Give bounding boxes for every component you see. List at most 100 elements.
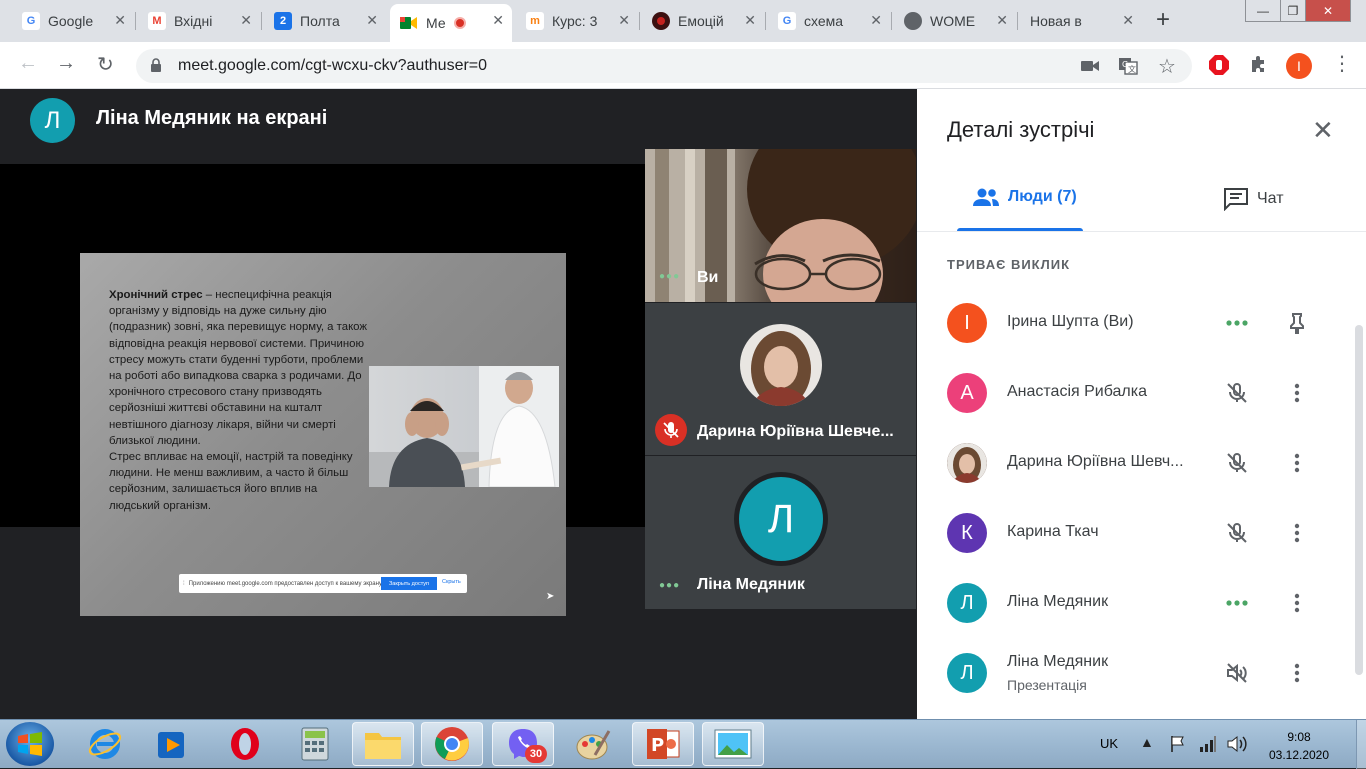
- tab-people[interactable]: Люди (7): [972, 187, 1077, 207]
- video-tile-self[interactable]: ●●● Ви: [645, 149, 916, 302]
- close-window-button[interactable]: ✕: [1305, 0, 1351, 22]
- mic-off-icon[interactable]: [1225, 521, 1249, 545]
- tile-name-darina: Дарина Юріївна Шевче...: [697, 423, 894, 440]
- participant-row[interactable]: I Ірина Шупта (Ви): [917, 289, 1366, 359]
- more-vert-icon[interactable]: [1285, 661, 1309, 685]
- windows-taskbar: 30 P UK ▲ 9:08 03.12.2020: [0, 719, 1366, 769]
- more-vert-icon[interactable]: [1285, 521, 1309, 545]
- close-tab-icon[interactable]: ✕: [492, 12, 504, 29]
- restore-button[interactable]: ❐: [1280, 0, 1306, 22]
- browser-tab-7[interactable]: WOME ✕: [894, 4, 1016, 38]
- browser-tab-1[interactable]: M Вхідні ✕: [138, 4, 260, 38]
- taskbar-powerpoint[interactable]: P: [632, 722, 694, 766]
- participant-row[interactable]: Л Ліна Медяник: [917, 569, 1366, 639]
- browser-tab-label: Google: [48, 13, 94, 29]
- more-vert-icon[interactable]: [1285, 451, 1309, 475]
- slide-body-2: Стрес впливає на емоції, настрій та пове…: [109, 451, 353, 512]
- clock-time: 9:08: [1287, 730, 1311, 744]
- browser-tab-6[interactable]: Gсхема ✕: [768, 4, 890, 38]
- action-center-flag-icon[interactable]: [1169, 735, 1187, 753]
- browser-menu-icon[interactable]: ⋮: [1332, 51, 1352, 76]
- participant-row[interactable]: Л Ліна Медяник Презентація: [917, 639, 1366, 709]
- more-vert-icon[interactable]: [1285, 381, 1309, 405]
- back-icon[interactable]: ←: [18, 52, 38, 75]
- close-tab-icon[interactable]: ✕: [240, 12, 252, 29]
- taskbar-calculator[interactable]: [284, 722, 346, 766]
- close-tab-icon[interactable]: ✕: [870, 12, 882, 29]
- self-video-feed: [645, 149, 916, 302]
- meeting-details-panel: Деталі зустрічі ✕ Люди (7) Чат ТРИВАЄ ВИ…: [917, 89, 1366, 719]
- close-tab-icon[interactable]: ✕: [618, 12, 630, 29]
- darina-avatar-photo: [740, 324, 822, 406]
- participant-row[interactable]: К Карина Ткач: [917, 499, 1366, 569]
- stop-sharing-button[interactable]: Закрыть доступ: [381, 577, 437, 590]
- participant-name: Карина Ткач: [1007, 523, 1099, 540]
- taskbar-opera[interactable]: [214, 722, 276, 766]
- photo-viewer-icon: [714, 729, 752, 759]
- profile-avatar[interactable]: I: [1286, 53, 1312, 79]
- reload-icon[interactable]: ↻: [97, 52, 114, 77]
- video-tile-lina[interactable]: Л ●●● Ліна Медяник: [645, 456, 916, 609]
- new-tab-button[interactable]: +: [1156, 6, 1170, 34]
- google-icon: G: [778, 12, 796, 30]
- keyboard-language[interactable]: UK: [1100, 736, 1118, 751]
- browser-tab-3[interactable]: Ме ✕: [390, 4, 512, 42]
- video-tile-darina[interactable]: Дарина Юріївна Шевче...: [645, 303, 916, 455]
- close-tab-icon[interactable]: ✕: [366, 12, 378, 29]
- system-tray: UK ▲ 9:08 03.12.2020: [1088, 720, 1366, 769]
- taskbar-viber[interactable]: 30: [492, 722, 554, 766]
- browser-tab-5[interactable]: Емоцій ✕: [642, 4, 764, 38]
- browser-tab-4[interactable]: m Курс: 3 ✕: [516, 4, 638, 38]
- participant-name: Ліна Медяник: [1007, 653, 1109, 670]
- google-icon: G: [22, 12, 40, 30]
- browser-toolbar: ← → ↻ meet.google.com/cgt-wcxu-ckv?authu…: [0, 42, 1366, 89]
- speaking-dots-icon: ●●●: [659, 271, 681, 282]
- url-text: meet.google.com/cgt-wcxu-ckv?authuser=0: [178, 57, 488, 74]
- bookmark-star-icon[interactable]: ☆: [1158, 54, 1176, 79]
- participants-scrollbar[interactable]: [1355, 325, 1363, 675]
- pin-icon[interactable]: [1285, 311, 1309, 335]
- screen-share-notice: ⁞ Приложению meet.google.com предоставлен…: [179, 574, 467, 593]
- minimize-button[interactable]: —: [1245, 0, 1281, 22]
- clock[interactable]: 9:08 03.12.2020: [1264, 728, 1334, 764]
- close-tab-icon[interactable]: ✕: [744, 12, 756, 29]
- mic-off-icon[interactable]: [1225, 381, 1249, 405]
- taskbar-paint[interactable]: [562, 722, 624, 766]
- tab-chat[interactable]: Чат: [1223, 187, 1284, 211]
- network-signal-icon[interactable]: [1199, 735, 1217, 753]
- translate-icon[interactable]: G文: [1118, 57, 1138, 75]
- extensions-puzzle-icon[interactable]: [1249, 55, 1269, 75]
- browser-tab-2[interactable]: 2 Полта ✕: [264, 4, 386, 38]
- taskbar-media-player[interactable]: [141, 722, 203, 766]
- camera-icon[interactable]: [1081, 59, 1099, 73]
- browser-tab-bar: G Google ✕ M Вхідні ✕ 2 Полта ✕ Ме ✕ m Курс: 3 ✕ Емоці…: [0, 0, 1366, 42]
- mic-off-icon[interactable]: [1225, 451, 1249, 475]
- forward-icon[interactable]: →: [56, 52, 76, 75]
- show-desktop-button[interactable]: [1356, 720, 1366, 769]
- participant-row[interactable]: А Анастасія Рибалка: [917, 359, 1366, 429]
- participant-row[interactable]: Дарина Юріївна Шевч...: [917, 429, 1366, 499]
- participant-subtitle: Презентація: [1007, 677, 1087, 693]
- close-tab-icon[interactable]: ✕: [114, 12, 126, 29]
- start-button[interactable]: [6, 722, 54, 766]
- volume-icon[interactable]: [1226, 734, 1248, 754]
- more-vert-icon[interactable]: [1285, 591, 1309, 615]
- taskbar-ie[interactable]: [74, 722, 136, 766]
- volume-off-icon[interactable]: [1225, 661, 1249, 685]
- mic-off-icon: [655, 414, 687, 446]
- hide-notice-link[interactable]: Скрыть: [442, 579, 461, 585]
- adblock-icon[interactable]: [1208, 54, 1230, 76]
- taskbar-photo-viewer[interactable]: [702, 722, 764, 766]
- browser-tab-label: Курс: 3: [552, 13, 598, 29]
- browser-tab-8[interactable]: Новая вкла ✕: [1020, 4, 1142, 38]
- show-hidden-icons-icon[interactable]: ▲: [1140, 734, 1154, 750]
- address-bar[interactable]: meet.google.com/cgt-wcxu-ckv?authuser=0 …: [136, 49, 1192, 83]
- folder-icon: [365, 733, 401, 759]
- close-panel-icon[interactable]: ✕: [1312, 115, 1334, 146]
- close-tab-icon[interactable]: ✕: [1122, 12, 1134, 29]
- lina-avatar: Л: [739, 477, 823, 561]
- browser-tab-0[interactable]: G Google ✕: [12, 4, 134, 38]
- taskbar-chrome[interactable]: [421, 722, 483, 766]
- close-tab-icon[interactable]: ✕: [996, 12, 1008, 29]
- taskbar-explorer[interactable]: [352, 722, 414, 766]
